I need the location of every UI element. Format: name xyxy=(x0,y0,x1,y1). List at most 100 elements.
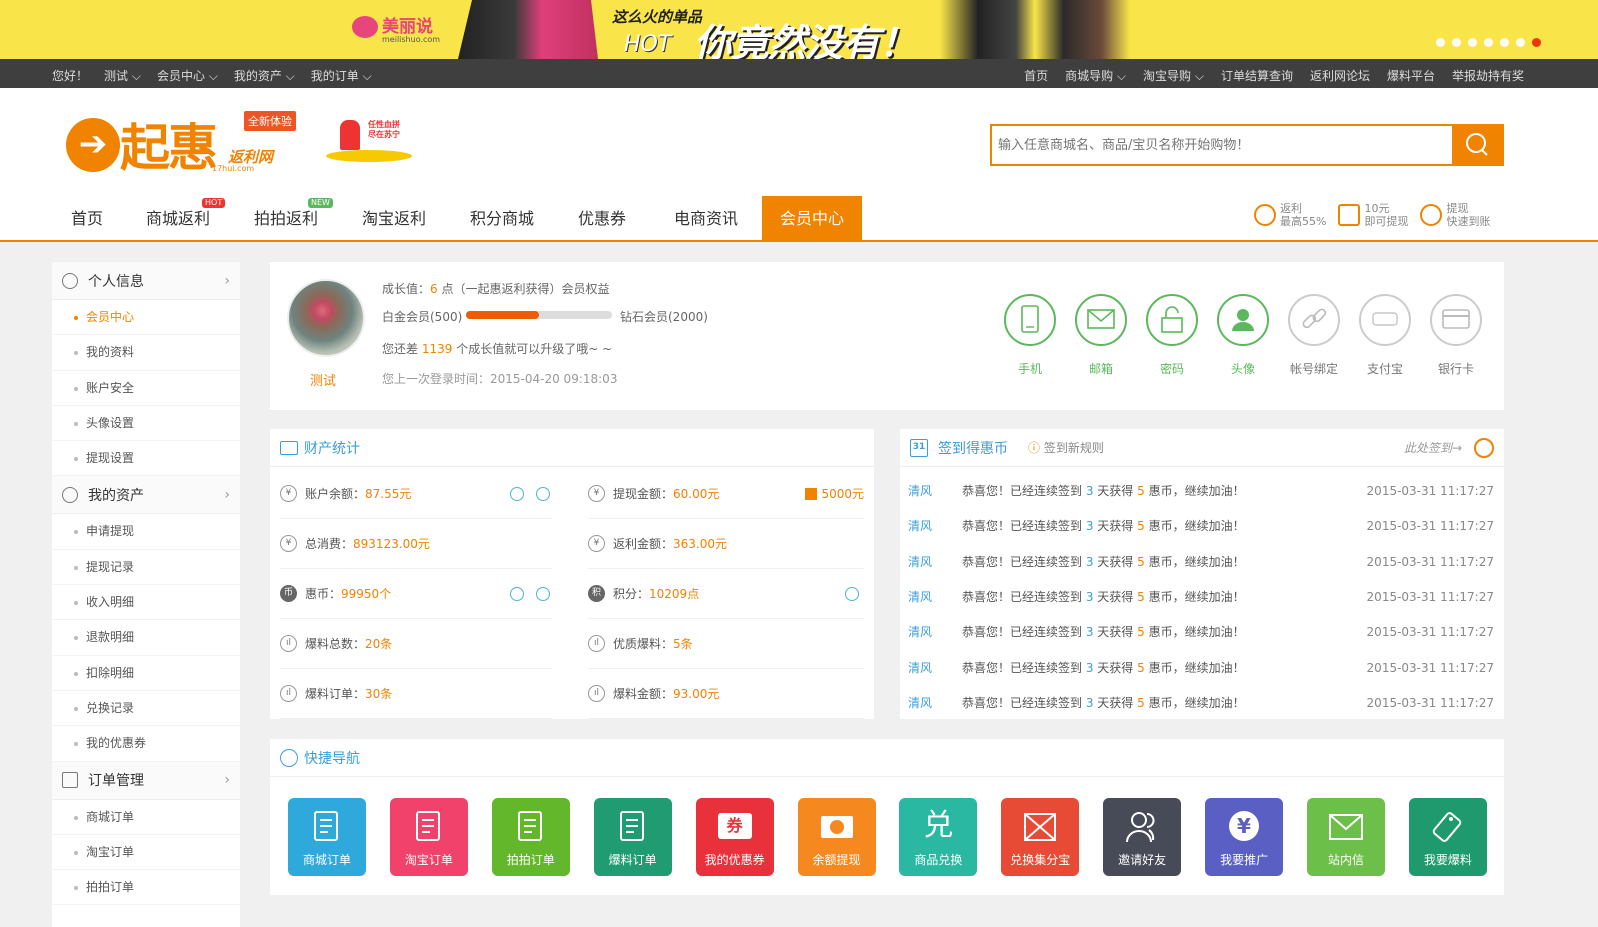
quick-nav-label: 兑换集分宝 xyxy=(1010,853,1071,867)
my-assets-menu[interactable]: 我的资产 ⌵ xyxy=(234,67,295,84)
topbar-link-mall-guide[interactable]: 商城导购 ⌵ xyxy=(1065,67,1126,84)
growth-label: 成长值： xyxy=(382,282,431,296)
growth-suffix[interactable]: 点（一起惠返利获得）会员权益 xyxy=(441,282,609,296)
nav-member-center[interactable]: 会员中心 xyxy=(762,196,862,241)
sidebar-group-orders[interactable]: 订单管理 › xyxy=(52,761,240,800)
sidebar-item-income-details[interactable]: 收入明细 xyxy=(52,585,240,621)
assets-panel: 财产统计 ¥ 账户余额： 87.55元 ¥ 提现金额： 60.00元 5000元 ¥ 总消费： 8… xyxy=(270,429,874,719)
eye-icon[interactable] xyxy=(845,587,859,601)
quick-nav-11[interactable]: 站内信 xyxy=(1307,798,1385,876)
chevron-right-icon: › xyxy=(224,486,230,503)
checkin-row: 清风 恭喜您！已经连续签到 3 天获得 5 惠币，继续加油！ 2015-03-31 … xyxy=(900,686,1504,721)
eye-icon[interactable] xyxy=(536,587,550,601)
security-item-link[interactable]: 帐号绑定 xyxy=(1287,294,1341,377)
sidebar-item-withdraw-records[interactable]: 提现记录 xyxy=(52,550,240,586)
sidebar: 个人信息 › 会员中心 我的资料 账户安全 头像设置 提现设置 我的资产 › 申请提… xyxy=(52,262,240,927)
sidebar-item-exchange-records[interactable]: 兑换记录 xyxy=(52,691,240,727)
checkin-msg-a: 恭喜您！已经连续签到 xyxy=(962,589,1086,604)
checkin-user[interactable]: 清风 xyxy=(908,580,932,615)
checkin-user[interactable]: 清风 xyxy=(908,651,932,686)
sidebar-item-member-center[interactable]: 会员中心 xyxy=(52,300,240,336)
quick-nav-label: 拍拍订单 xyxy=(506,853,555,867)
checkin-title: 签到得惠币 xyxy=(938,440,1008,457)
sidebar-item-deduction-details[interactable]: 扣除明细 xyxy=(52,656,240,691)
slide-dot[interactable] xyxy=(1516,38,1525,47)
slide-dot[interactable] xyxy=(1436,38,1445,47)
gap-prefix: 您还差 xyxy=(382,342,422,356)
slide-dot[interactable] xyxy=(1500,38,1509,47)
quick-nav-7[interactable]: 兑商品兑换 xyxy=(899,798,978,876)
sidebar-item-my-profile[interactable]: 我的资料 xyxy=(52,335,240,371)
quick-nav-6[interactable]: 余额提现 xyxy=(797,798,876,876)
security-item-phone[interactable]: 手机 xyxy=(1003,294,1057,377)
quick-nav-9[interactable]: 邀请好友 xyxy=(1103,798,1182,876)
quick-nav-5[interactable]: 券我的优惠券 xyxy=(695,798,774,876)
promo-banner[interactable]: 美丽说 meilishuo.com 这么火的单品 HOT 你竟然没有！ xyxy=(0,0,1598,59)
banner-brand-url: meilishuo.com xyxy=(382,35,441,44)
slide-dot[interactable] xyxy=(1468,38,1477,47)
nav-taobao-rebate[interactable]: 淘宝返利 xyxy=(338,196,450,241)
checkin-user[interactable]: 清风 xyxy=(908,545,932,580)
topbar-link-report[interactable]: 举报劫持有奖 xyxy=(1452,67,1524,84)
topbar-link-taobao-guide[interactable]: 淘宝导购 ⌵ xyxy=(1143,67,1204,84)
checkin-user[interactable]: 清风 xyxy=(908,615,932,650)
sidebar-item-withdraw-settings[interactable]: 提现设置 xyxy=(52,441,240,477)
site-logo[interactable]: ➔ 起惠 返利网 17hui.com 全新体验 xyxy=(54,108,299,178)
nav-mall-rebate[interactable]: 商城返利 HOT xyxy=(122,196,234,241)
checkin-user[interactable]: 清风 xyxy=(908,509,932,544)
eye-icon[interactable] xyxy=(510,487,524,501)
checkin-time: 2015-03-31 11:17:27 xyxy=(1366,519,1494,534)
slide-dot[interactable] xyxy=(1484,38,1493,47)
quick-nav-1[interactable]: 商城订单 xyxy=(288,798,366,876)
security-item-lock[interactable]: 密码 xyxy=(1145,294,1199,377)
nav-paipai-rebate[interactable]: 拍拍返利 NEW xyxy=(234,196,338,241)
sidebar-group-assets[interactable]: 我的资产 › xyxy=(52,476,240,515)
sidebar-item-account-security[interactable]: 账户安全 xyxy=(52,371,240,406)
security-item-alipay[interactable]: 支付宝 xyxy=(1358,294,1412,377)
topbar-link-forum[interactable]: 返利网论坛 xyxy=(1310,67,1370,84)
nav-coupons[interactable]: 优惠券 xyxy=(554,196,650,241)
eye-icon[interactable] xyxy=(510,587,524,601)
suning-promo[interactable]: 任性血拼 尽在苏宁 xyxy=(322,114,418,168)
quick-nav-4[interactable]: 爆料订单 xyxy=(593,798,672,876)
security-item-mail[interactable]: 邮箱 xyxy=(1074,294,1128,377)
nav-ecommerce-news[interactable]: 电商资讯 xyxy=(650,196,762,241)
eye-icon[interactable] xyxy=(536,487,550,501)
nav-home[interactable]: 首页 xyxy=(52,196,122,241)
checkin-coins: 5 xyxy=(1137,660,1145,675)
slide-dot[interactable] xyxy=(1452,38,1461,47)
user-menu[interactable]: 测试 ⌵ xyxy=(104,67,141,84)
search-input[interactable] xyxy=(992,126,1454,164)
quick-nav-8[interactable]: 兑换集分宝 xyxy=(1001,798,1080,876)
search-button[interactable] xyxy=(1452,124,1504,166)
sidebar-item-apply-withdraw[interactable]: 申请提现 xyxy=(52,514,240,550)
quick-nav-2[interactable]: 淘宝订单 xyxy=(389,798,468,876)
checkin-rules-link[interactable]: ⓘ 签到新规则 xyxy=(1028,439,1104,456)
security-item-user[interactable]: 头像 xyxy=(1216,294,1270,377)
avatar[interactable] xyxy=(287,279,365,357)
topbar-link-home[interactable]: 首页 xyxy=(1024,67,1048,84)
slide-dot[interactable] xyxy=(1532,38,1541,47)
checkin-smile-icon[interactable] xyxy=(1474,437,1494,458)
banner-slide-dots[interactable] xyxy=(1436,36,1548,50)
sidebar-item-my-coupons[interactable]: 我的优惠券 xyxy=(52,726,240,762)
quick-nav-12[interactable]: 我要爆料 xyxy=(1408,798,1487,876)
topbar-link-deals-platform[interactable]: 爆料平台 xyxy=(1387,67,1435,84)
topbar-link-order-query[interactable]: 订单结算查询 xyxy=(1221,67,1293,84)
security-item-bankcard[interactable]: 银行卡 xyxy=(1429,294,1483,377)
checkin-user[interactable]: 清风 xyxy=(908,474,932,509)
sidebar-item-paipai-orders[interactable]: 拍拍订单 xyxy=(52,870,240,906)
checkin-user[interactable]: 清风 xyxy=(908,686,932,721)
sidebar-item-refund-details[interactable]: 退款明细 xyxy=(52,620,240,656)
quick-nav-3[interactable]: 拍拍订单 xyxy=(491,798,570,876)
my-orders-menu[interactable]: 我的订单 ⌵ xyxy=(311,67,372,84)
username[interactable]: 测试 xyxy=(310,370,336,389)
sidebar-item-taobao-orders[interactable]: 淘宝订单 xyxy=(52,835,240,871)
member-center-menu[interactable]: 会员中心 ⌵ xyxy=(157,67,218,84)
asset-value: 93.00元 xyxy=(673,687,720,701)
sidebar-group-personal[interactable]: 个人信息 › xyxy=(52,262,240,300)
nav-points-mall[interactable]: 积分商城 xyxy=(450,196,554,241)
sidebar-item-avatar-settings[interactable]: 头像设置 xyxy=(52,406,240,442)
sidebar-item-mall-orders[interactable]: 商城订单 xyxy=(52,800,240,835)
quick-nav-10[interactable]: ¥ 我要推广 xyxy=(1205,798,1284,876)
